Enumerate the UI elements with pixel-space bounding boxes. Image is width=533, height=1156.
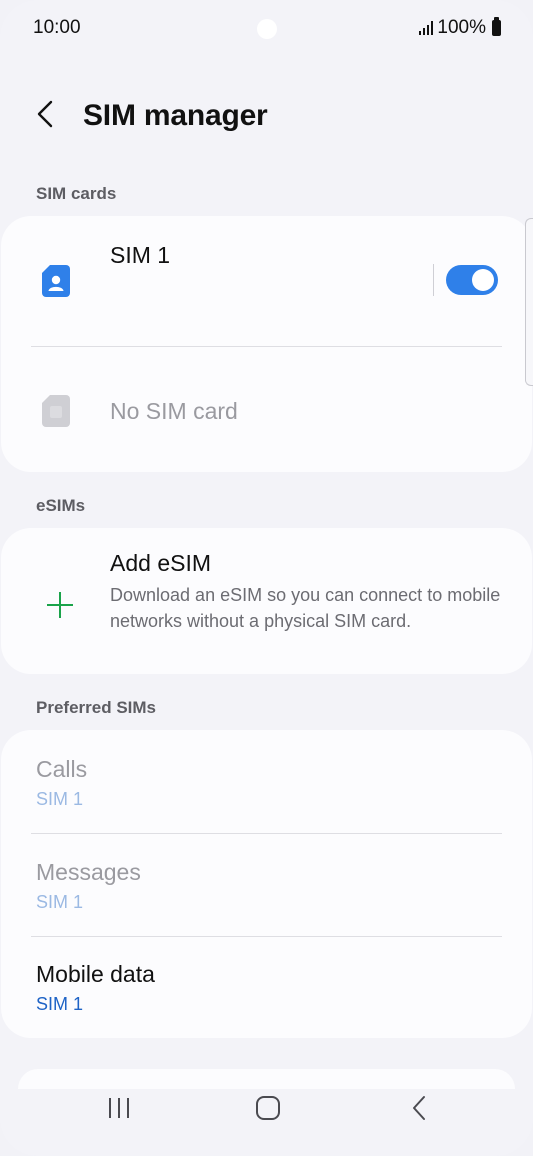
plus-icon: [47, 592, 73, 618]
section-label-esims: eSIMs: [36, 496, 86, 515]
battery-icon: [492, 17, 501, 36]
preferred-calls-row: Calls SIM 1: [1, 730, 532, 833]
sim-2-row: No SIM card: [1, 347, 532, 472]
scroll-handle[interactable]: [525, 218, 533, 386]
header: SIM manager: [0, 90, 533, 140]
sim-cards-card: SIM 1 No SIM card: [1, 216, 532, 472]
status-right: 100%: [419, 17, 501, 39]
status-time: 10:00: [33, 17, 81, 38]
nav-back-icon: [413, 1096, 425, 1120]
signal-icon: [419, 21, 434, 35]
navigation-bar: [0, 1068, 533, 1156]
status-bar: 10:00 100%: [0, 0, 533, 56]
messages-value: SIM 1: [36, 892, 84, 912]
calls-label: Calls: [36, 756, 88, 782]
nav-back-button[interactable]: [389, 1086, 449, 1130]
back-icon: [37, 100, 53, 128]
sim-1-row[interactable]: SIM 1: [1, 216, 421, 346]
page-title: SIM manager: [83, 99, 268, 132]
preferred-messages-row: Messages SIM 1: [1, 834, 532, 936]
toggle-divider: [433, 264, 434, 296]
mobile-data-label: Mobile data: [36, 961, 155, 987]
section-label-preferred: Preferred SIMs: [36, 698, 156, 717]
screen: 10:00 100% SIM manager SIM cards SIM 1 N…: [0, 0, 533, 1156]
recents-button[interactable]: [89, 1086, 149, 1130]
mobile-data-value: SIM 1: [36, 994, 84, 1014]
calls-value: SIM 1: [36, 789, 84, 809]
messages-label: Messages: [36, 859, 141, 885]
preferred-sims-card: Calls SIM 1 Messages SIM 1 Mobile data S…: [1, 730, 532, 1038]
add-esim-description: Download an eSIM so you can connect to m…: [110, 585, 501, 631]
sim-card-empty-icon: [42, 395, 70, 427]
sim-1-toggle[interactable]: [446, 265, 498, 295]
camera-cutout: [257, 19, 277, 39]
sim-1-label: SIM 1: [110, 242, 171, 268]
home-icon: [256, 1096, 280, 1120]
recents-icon: [109, 1098, 129, 1118]
section-label-sim-cards: SIM cards: [36, 184, 117, 203]
add-esim-card[interactable]: Add eSIM Download an eSIM so you can con…: [1, 528, 532, 674]
add-esim-title: Add eSIM: [110, 550, 211, 576]
sim-2-label: No SIM card: [110, 398, 238, 424]
home-button[interactable]: [238, 1086, 298, 1130]
sim-card-icon: [42, 265, 70, 297]
preferred-mobile-data-row[interactable]: Mobile data SIM 1: [1, 937, 532, 1038]
back-button[interactable]: [26, 94, 66, 134]
toggle-knob: [472, 269, 494, 291]
battery-percent: 100%: [437, 17, 486, 38]
